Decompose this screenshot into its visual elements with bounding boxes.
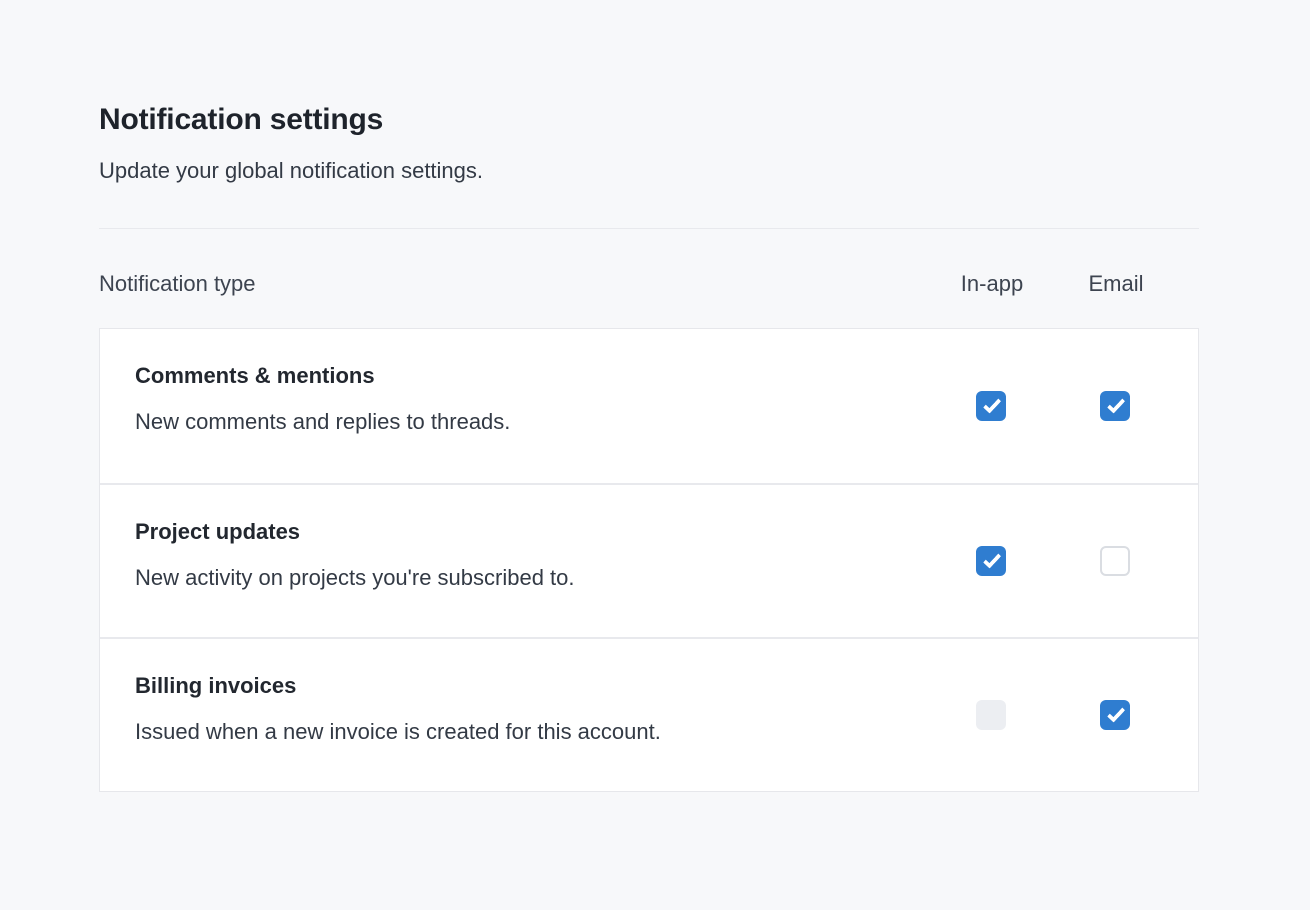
checkmark-icon — [983, 395, 1001, 414]
row-text: Billing invoices Issued when a new invoi… — [100, 639, 929, 791]
in-app-checkbox[interactable] — [976, 546, 1006, 576]
row-title: Billing invoices — [135, 671, 909, 701]
column-header-notification-type: Notification type — [99, 269, 930, 299]
table-row: Comments & mentions New comments and rep… — [100, 329, 1198, 483]
row-description: New activity on projects you're subscrib… — [135, 563, 909, 593]
page-title: Notification settings — [99, 100, 1199, 140]
section-divider — [99, 228, 1199, 229]
checkmark-icon — [983, 550, 1001, 569]
row-text: Comments & mentions New comments and rep… — [100, 329, 929, 483]
row-title: Comments & mentions — [135, 361, 909, 391]
in-app-checkbox[interactable] — [976, 391, 1006, 421]
row-title: Project updates — [135, 517, 909, 547]
checkmark-icon — [1107, 395, 1125, 414]
checkmark-icon — [1107, 704, 1125, 723]
column-header-in-app: In-app — [930, 269, 1054, 299]
row-text: Project updates New activity on projects… — [100, 485, 929, 637]
email-cell — [1053, 329, 1177, 483]
table-row: Project updates New activity on projects… — [100, 483, 1198, 637]
in-app-cell — [929, 639, 1053, 791]
email-cell — [1053, 639, 1177, 791]
table-header: Notification type In-app Email — [99, 269, 1199, 299]
page-subtitle: Update your global notification settings… — [99, 156, 1199, 186]
email-checkbox[interactable] — [1100, 700, 1130, 730]
notification-table: Comments & mentions New comments and rep… — [99, 328, 1199, 792]
column-header-email: Email — [1054, 269, 1178, 299]
in-app-cell — [929, 485, 1053, 637]
in-app-checkbox — [976, 700, 1006, 730]
email-checkbox[interactable] — [1100, 546, 1130, 576]
email-checkbox[interactable] — [1100, 391, 1130, 421]
table-row: Billing invoices Issued when a new invoi… — [100, 637, 1198, 791]
email-cell — [1053, 485, 1177, 637]
notification-settings-page: Notification settings Update your global… — [99, 0, 1199, 792]
row-description: Issued when a new invoice is created for… — [135, 717, 909, 747]
in-app-cell — [929, 329, 1053, 483]
row-description: New comments and replies to threads. — [135, 407, 909, 437]
